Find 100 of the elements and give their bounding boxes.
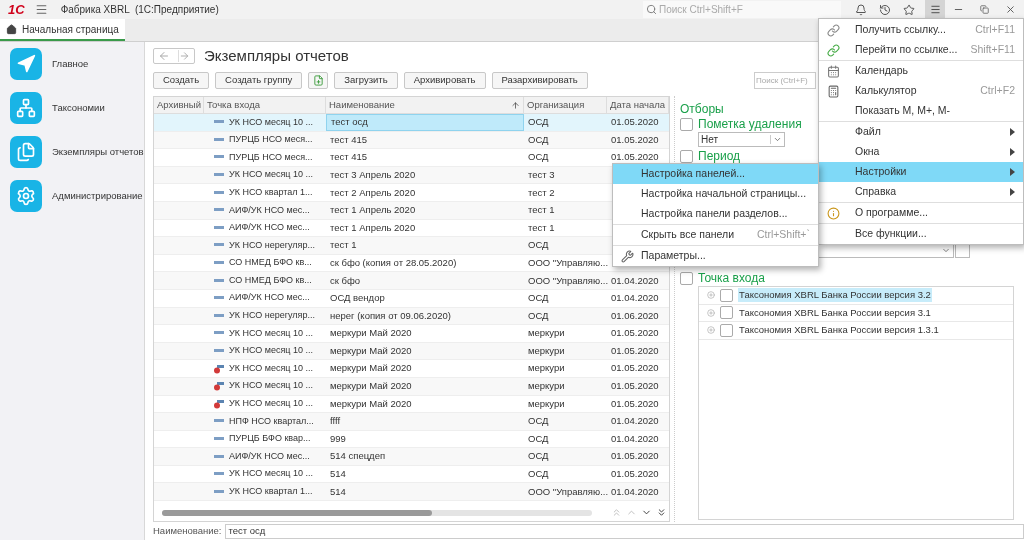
toolbar-button[interactable]: Разархивировать xyxy=(491,71,588,89)
first-page-icon[interactable] xyxy=(611,507,622,518)
menu-item[interactable]: Календарь xyxy=(819,61,1023,81)
table-cell[interactable]: меркури Май 2020 xyxy=(326,395,416,413)
star-icon[interactable] xyxy=(903,3,915,16)
name-field[interactable]: тест осд xyxy=(224,524,1024,539)
table-cell[interactable]: тест 1 xyxy=(326,237,361,254)
checkbox[interactable] xyxy=(680,271,693,285)
search-field[interactable]: Поиск (Ctrl+F) xyxy=(754,71,816,89)
menu-icon[interactable] xyxy=(34,3,48,16)
menu-item[interactable]: Настройка начальной страницы... xyxy=(613,184,818,204)
table-cell[interactable]: ск бфо (копия от 28.05.2020) xyxy=(326,254,461,272)
add-file-button[interactable] xyxy=(308,71,329,89)
menu-item[interactable]: Получить ссылку... Ctrl+F11 xyxy=(819,20,1023,40)
close-icon[interactable] xyxy=(1005,4,1016,15)
table-cell[interactable]: ffff xyxy=(326,413,345,430)
table-cell: УК НСО месяц 10 ... xyxy=(229,397,313,411)
checkbox[interactable] xyxy=(720,306,733,320)
column-header[interactable]: Наименование xyxy=(326,97,524,113)
column-header[interactable]: Точка входа xyxy=(204,97,326,113)
horizontal-scrollbar[interactable] xyxy=(162,509,592,516)
checkbox[interactable] xyxy=(720,324,733,337)
menu-item[interactable]: Настройка панели разделов... xyxy=(613,204,818,224)
select-field[interactable]: Нет xyxy=(698,132,785,147)
checkbox[interactable] xyxy=(680,149,693,163)
menu-item[interactable]: Параметры... xyxy=(613,246,818,266)
form-title: Экземпляры отчетов xyxy=(204,45,349,66)
tree-item[interactable]: Таксономия XBRL Банка России версия 1.3.1 xyxy=(738,323,940,338)
logo: 1С xyxy=(8,3,25,16)
table-cell[interactable]: тест 1 Апрель 2020 xyxy=(326,219,420,237)
menu-item[interactable]: О программе... xyxy=(819,203,1023,223)
toolbar-button[interactable]: Архивировать xyxy=(403,71,486,89)
table-cell[interactable]: меркури Май 2020 xyxy=(326,377,416,395)
menu-item[interactable]: Окна xyxy=(819,142,1023,162)
table-cell[interactable]: тест осд xyxy=(326,114,524,131)
menu-item[interactable]: Показать М, М+, М- xyxy=(819,101,1023,121)
menu-item[interactable]: Скрыть все панели Ctrl+Shift+` xyxy=(613,225,818,245)
table-cell: ПУРЦБ БФО квар... xyxy=(229,432,311,446)
expand-icon[interactable] xyxy=(707,308,715,317)
table-cell-text: УК НСО месяц 10 ... xyxy=(229,115,313,129)
checkbox[interactable] xyxy=(720,288,733,302)
toolbar-button[interactable]: Создать группу xyxy=(215,71,303,89)
sidebar-item[interactable]: Главное xyxy=(52,56,89,72)
expand-icon[interactable] xyxy=(707,326,715,335)
link-icon xyxy=(827,23,840,37)
submenu-arrow-icon xyxy=(1010,168,1015,176)
restore-icon[interactable] xyxy=(980,5,989,14)
table-cell: ООО "Управляю... xyxy=(528,274,609,286)
toolbar-button[interactable]: Загрузить xyxy=(334,71,398,89)
menu-item[interactable]: Калькулятор Ctrl+F2 xyxy=(819,81,1023,101)
table-cell-text: СО НМЕД БФО кв... xyxy=(229,273,312,287)
column-header[interactable]: Дата начала xyxy=(607,97,669,113)
search-field[interactable]: Поиск Ctrl+Shift+F xyxy=(643,1,841,18)
toolbar-button[interactable]: Создать xyxy=(153,71,210,89)
last-page-icon[interactable] xyxy=(656,507,667,518)
menu-item[interactable]: Справка xyxy=(819,182,1023,202)
table-cell: ОСД xyxy=(528,292,549,304)
table-cell[interactable]: тест 415 xyxy=(326,149,372,166)
table-cell: ОСД xyxy=(528,116,549,128)
table-cell: ОСД xyxy=(528,468,549,480)
table-cell[interactable]: нерег (копия от 09.06.2020) xyxy=(326,307,455,325)
menu-icon xyxy=(929,4,941,15)
sort-arrow-icon xyxy=(511,100,520,110)
filter-label: Пометка удаления xyxy=(698,117,802,131)
bell-icon[interactable] xyxy=(855,3,867,16)
table-cell[interactable]: 514 xyxy=(326,483,350,501)
table-cell[interactable]: тест 3 Апрель 2020 xyxy=(326,166,420,184)
filter-title: Отборы xyxy=(680,102,724,116)
table-cell[interactable]: меркури Май 2020 xyxy=(326,360,416,377)
column-header[interactable]: Организация xyxy=(524,97,607,113)
back-icon[interactable] xyxy=(158,50,170,62)
menu-item[interactable]: Все функции... xyxy=(819,224,1023,244)
menu-item[interactable]: Настройка панелей... xyxy=(613,164,818,184)
table-cell[interactable]: тест 415 xyxy=(326,131,372,149)
tree-item[interactable]: Таксономия XBRL Банка России версия 3.2 xyxy=(738,288,932,303)
menu-item[interactable]: Перейти по ссылке... Shift+F11 xyxy=(819,40,1023,60)
menu-item[interactable]: Файл xyxy=(819,122,1023,142)
table-cell[interactable]: ск бфо xyxy=(326,272,364,289)
sidebar-item[interactable]: Экземпляры отчетов xyxy=(52,144,144,160)
tab[interactable]: Начальная страница xyxy=(0,19,125,41)
table-cell[interactable]: меркури Май 2020 xyxy=(326,342,416,360)
table-cell[interactable]: ОСД вендор xyxy=(326,289,389,307)
history-icon[interactable] xyxy=(879,3,891,16)
sidebar-item[interactable]: Администрирование xyxy=(52,188,143,204)
table-cell[interactable]: 514 спецдеп xyxy=(326,448,390,465)
tree-item[interactable]: Таксономия XBRL Банка России версия 3.1 xyxy=(738,305,932,320)
table-cell: ОСД xyxy=(528,450,549,462)
table-cell[interactable]: меркури Май 2020 xyxy=(326,325,416,342)
sidebar-item[interactable]: Таксономии xyxy=(52,100,105,116)
expand-icon[interactable] xyxy=(707,291,715,300)
table-cell[interactable]: 514 xyxy=(326,465,350,483)
table-cell[interactable]: 999 xyxy=(326,430,350,448)
checkbox[interactable] xyxy=(680,117,693,131)
column-header[interactable]: Архивный xyxy=(154,97,204,113)
table-cell[interactable]: тест 2 Апрель 2020 xyxy=(326,184,420,201)
menu-item[interactable]: Настройки xyxy=(819,162,1023,182)
forward-icon[interactable] xyxy=(178,50,190,62)
table-cell[interactable]: тест 1 Апрель 2020 xyxy=(326,201,420,219)
table-cell: АИФ/УК НСО мес... xyxy=(229,203,310,217)
window-title: Фабрика XBRL (1С:Предприятие) xyxy=(60,3,219,17)
